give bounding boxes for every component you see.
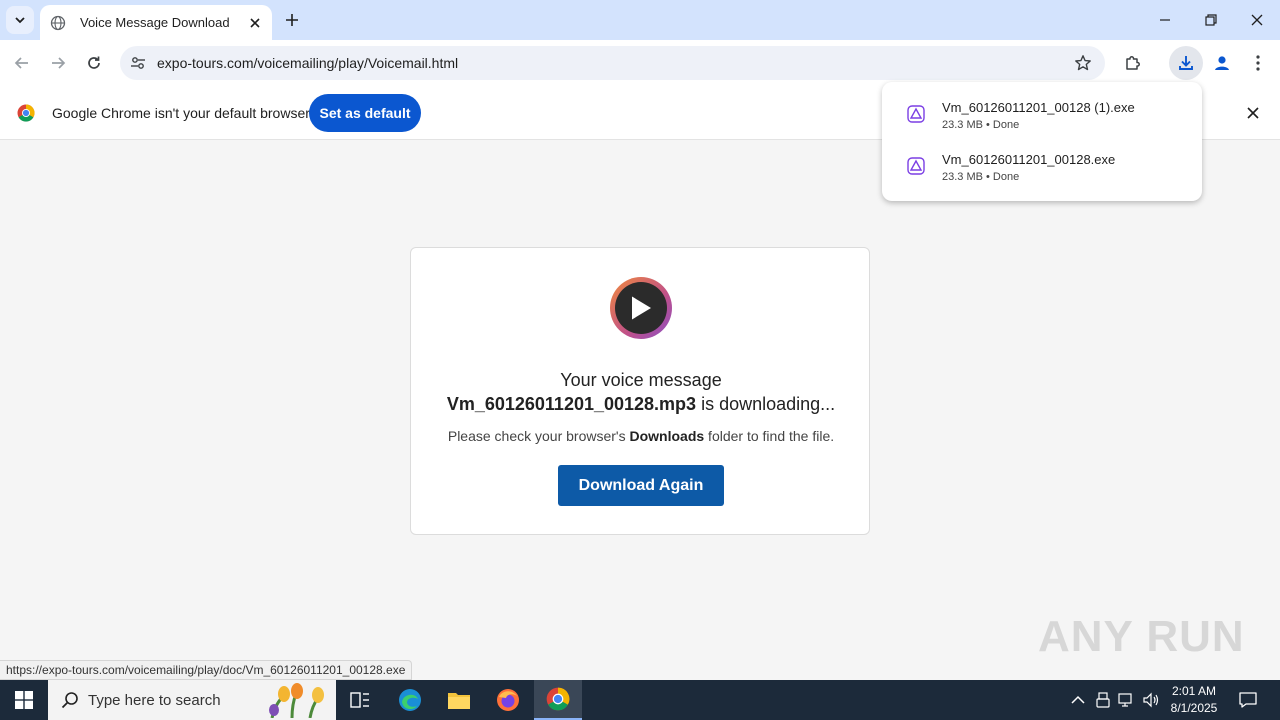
taskbar-search-box[interactable]: Type here to search xyxy=(48,680,336,720)
taskbar-search-placeholder: Type here to search xyxy=(88,692,221,709)
tab-title: Voice Message Download xyxy=(80,15,230,30)
infobar-close-button[interactable] xyxy=(1244,104,1262,122)
menu-button[interactable] xyxy=(1246,51,1270,75)
bookmark-star-button[interactable] xyxy=(1073,53,1093,73)
globe-icon xyxy=(50,15,66,31)
download-again-button[interactable]: Download Again xyxy=(558,465,724,506)
link-status-bar: https://expo-tours.com/voicemailing/play… xyxy=(0,660,413,680)
edge-icon xyxy=(399,689,421,711)
close-window-button[interactable] xyxy=(1244,8,1270,32)
tune-icon xyxy=(131,57,145,69)
windows-taskbar: Type here to search 2:01 AM 8/1/2025 xyxy=(0,680,1280,720)
arrow-left-icon xyxy=(14,57,28,69)
downloads-folder-label: Downloads xyxy=(629,428,705,444)
usb-icon xyxy=(1096,692,1110,708)
message-instruction: Please check your browser's Downloads fo… xyxy=(447,428,835,444)
file-icon xyxy=(906,156,926,176)
browser-toolbar: expo-tours.com/voicemailing/play/Voicema… xyxy=(0,40,1280,86)
download-item-name: Vm_60126011201_00128.exe xyxy=(942,152,1116,167)
download-item-status: 23.3 MB • Done xyxy=(942,119,1020,131)
edge-taskbar-button[interactable] xyxy=(386,680,434,720)
minimize-button[interactable] xyxy=(1152,8,1178,32)
chrome-logo-icon xyxy=(17,104,35,122)
back-button[interactable] xyxy=(10,51,34,75)
chrome-taskbar-button[interactable] xyxy=(534,680,582,720)
file-explorer-taskbar-button[interactable] xyxy=(435,680,483,720)
volume-tray-button[interactable] xyxy=(1141,690,1161,710)
notifications-button[interactable] xyxy=(1236,688,1260,712)
chevron-up-icon xyxy=(1071,695,1085,704)
voice-message-card: Your voice message Vm_60126011201_00128.… xyxy=(410,247,870,535)
restore-button[interactable] xyxy=(1198,8,1224,32)
tab-strip: Voice Message Download xyxy=(0,0,1280,40)
message-heading: Your voice message xyxy=(560,370,722,390)
set-as-default-button[interactable]: Set as default xyxy=(309,94,421,132)
puzzle-icon xyxy=(1126,56,1140,70)
start-button[interactable] xyxy=(0,680,48,720)
forward-button[interactable] xyxy=(46,51,70,75)
extensions-button[interactable] xyxy=(1121,51,1145,75)
more-vertical-icon xyxy=(1256,55,1260,71)
downloads-bubble: Vm_60126011201_00128 (1).exe 23.3 MB • D… xyxy=(882,82,1202,201)
reload-button[interactable] xyxy=(82,51,106,75)
chrome-icon xyxy=(546,687,570,711)
chevron-down-icon xyxy=(15,17,25,24)
avatar-icon xyxy=(1215,56,1229,70)
tulips-decoration-icon xyxy=(269,683,324,718)
tab-voice-message[interactable]: Voice Message Download xyxy=(40,5,272,40)
task-view-icon xyxy=(350,692,369,708)
download-icon xyxy=(1179,56,1193,70)
download-item[interactable]: Vm_60126011201_00128.exe 23.3 MB • Done xyxy=(882,140,1202,190)
minimize-icon xyxy=(1160,19,1170,21)
tray-device-icon[interactable] xyxy=(1093,690,1113,710)
firefox-icon xyxy=(497,689,519,711)
tray-overflow-button[interactable] xyxy=(1068,690,1088,710)
clock-date: 8/1/2025 xyxy=(1170,701,1218,715)
clock-time: 2:01 AM xyxy=(1171,684,1217,698)
search-icon xyxy=(60,690,80,710)
arrow-right-icon xyxy=(52,57,66,69)
downloads-button[interactable] xyxy=(1169,46,1203,80)
address-bar[interactable]: expo-tours.com/voicemailing/play/Voicema… xyxy=(120,46,1105,80)
message-filename-line: Vm_60126011201_00128.mp3 is downloading.… xyxy=(411,394,871,415)
notification-icon xyxy=(1239,692,1257,708)
reload-icon xyxy=(88,56,100,69)
play-button[interactable] xyxy=(610,277,672,339)
anyrun-watermark: ANY RUN xyxy=(1038,612,1245,661)
folder-icon xyxy=(448,693,470,709)
restore-icon xyxy=(1205,14,1217,26)
play-icon xyxy=(632,296,651,320)
close-icon xyxy=(1247,107,1259,119)
taskbar-clock[interactable]: 2:01 AM 8/1/2025 xyxy=(1160,683,1228,717)
infobar-message: Google Chrome isn't your default browser xyxy=(52,105,310,121)
close-icon xyxy=(1251,14,1263,26)
tab-search-button[interactable] xyxy=(6,6,34,34)
message-file-name: Vm_60126011201_00128.mp3 xyxy=(446,394,697,414)
windows-logo-icon xyxy=(15,691,33,709)
downloading-text: is downloading... xyxy=(696,394,836,414)
download-item-name: Vm_60126011201_00128 (1).exe xyxy=(942,100,1135,115)
star-icon xyxy=(1075,55,1091,71)
profile-button[interactable] xyxy=(1210,51,1234,75)
download-item-status: 23.3 MB • Done xyxy=(942,171,1020,183)
url-text: expo-tours.com/voicemailing/play/Voicema… xyxy=(157,55,459,71)
site-info-button[interactable] xyxy=(126,51,150,75)
close-icon xyxy=(250,17,260,28)
network-tray-button[interactable] xyxy=(1116,690,1136,710)
tab-close-button[interactable] xyxy=(246,14,264,32)
file-icon xyxy=(906,104,926,124)
new-tab-button[interactable] xyxy=(281,9,303,31)
speaker-icon xyxy=(1143,692,1159,708)
task-view-button[interactable] xyxy=(336,680,384,720)
network-icon xyxy=(1118,693,1132,707)
download-item[interactable]: Vm_60126011201_00128 (1).exe 23.3 MB • D… xyxy=(882,88,1202,138)
firefox-taskbar-button[interactable] xyxy=(484,680,532,720)
plus-icon xyxy=(286,14,298,26)
